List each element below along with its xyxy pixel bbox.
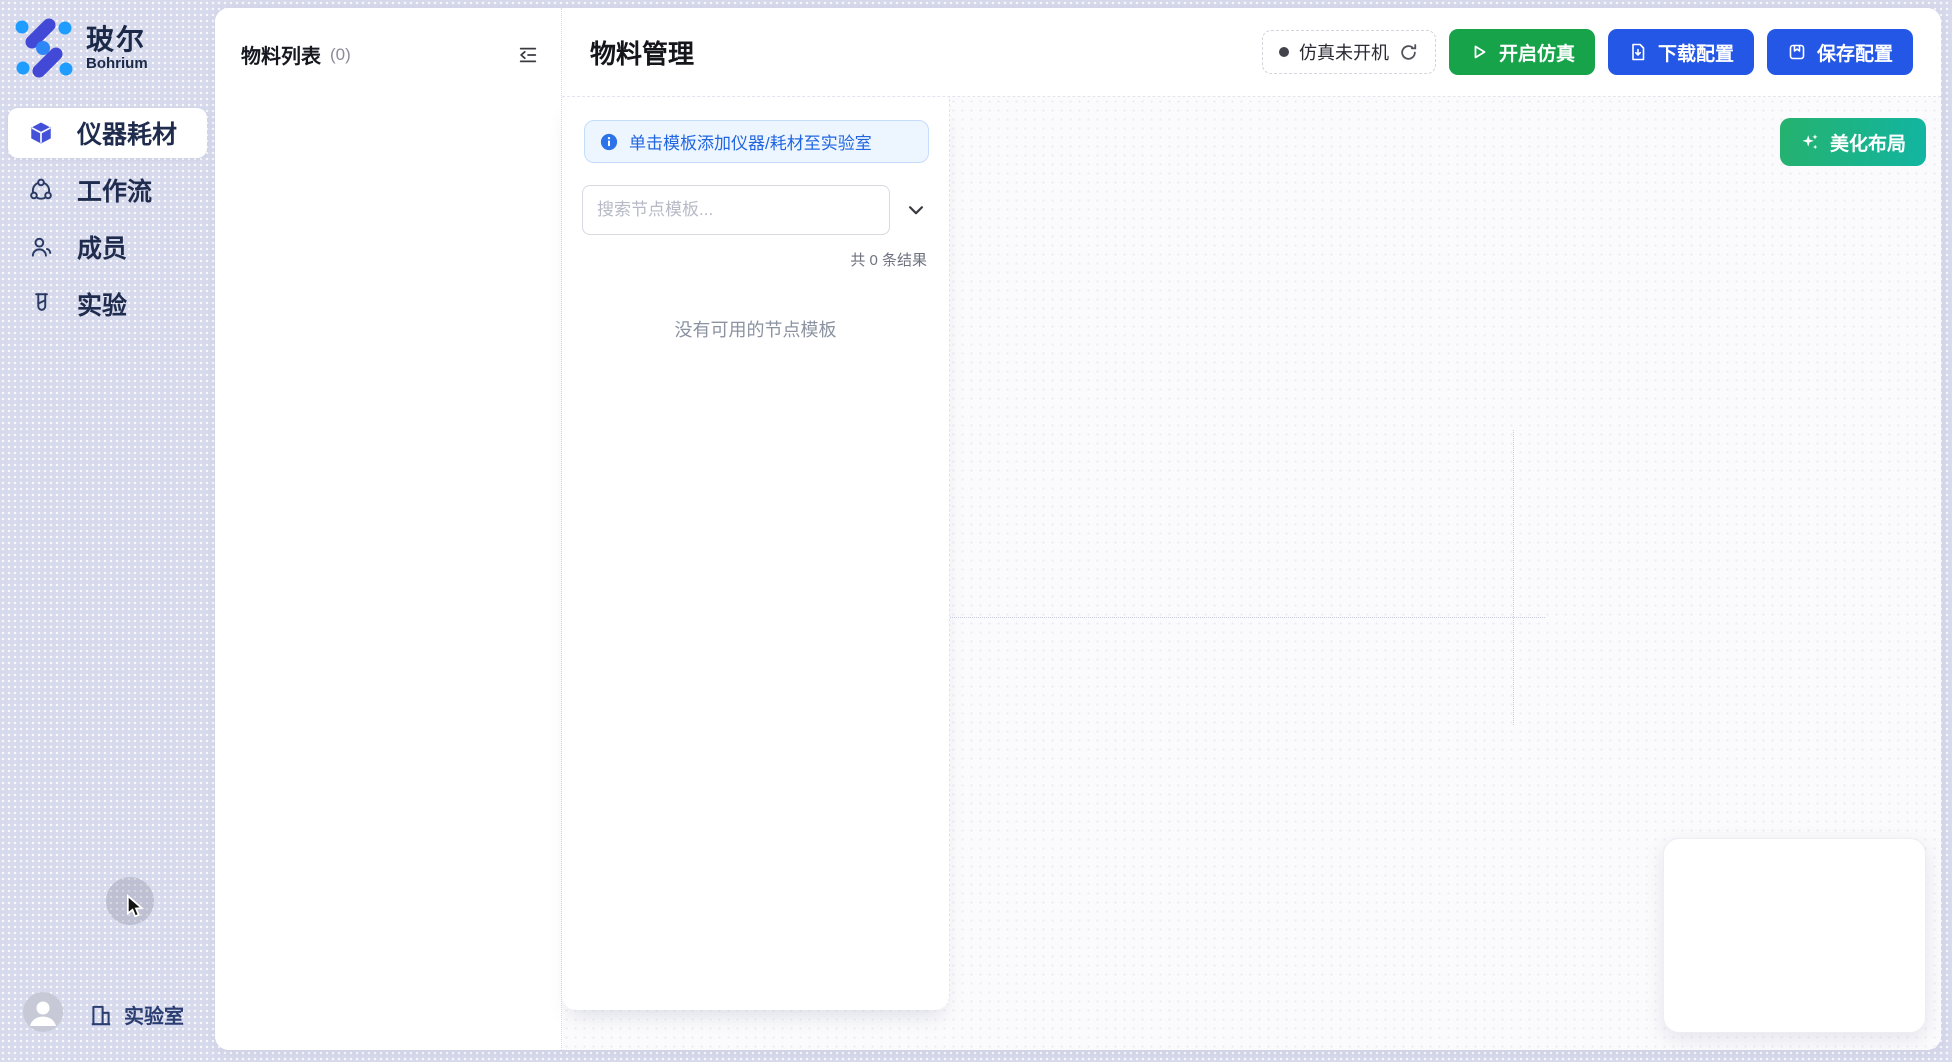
result-count: 共 0 条结果: [562, 249, 949, 270]
sidebar-item-label: 仪器耗材: [77, 115, 177, 151]
file-download-icon: [1628, 42, 1648, 62]
canvas-guide-horizontal: [950, 617, 1545, 618]
simulation-status-pill: 仿真未开机: [1262, 30, 1436, 74]
lab-label: 实验室: [124, 1000, 184, 1029]
flow-canvas[interactable]: 单击模板添加仪器/耗材至实验室 共 0 条结果 没有可用的节点模板: [562, 97, 1941, 1050]
empty-state-text: 没有可用的节点模板: [562, 316, 949, 342]
sidebar-nav: 仪器耗材 工作流 成员: [8, 108, 207, 329]
building-icon: [88, 1002, 114, 1028]
brand-name: 玻尔: [86, 25, 148, 55]
workflow-icon: [28, 177, 54, 203]
experiment-icon: [28, 291, 54, 317]
materials-list-panel: 物料列表 (0): [215, 8, 562, 1050]
sidebar-item-workflow[interactable]: 工作流: [8, 165, 207, 215]
info-icon: [600, 133, 618, 151]
main-card: 物料列表 (0) 物料管理 仿真未开机: [215, 8, 1941, 1050]
sparkles-icon: [1800, 132, 1820, 152]
beautify-layout-button[interactable]: 美化布局: [1780, 118, 1926, 166]
play-icon: [1469, 42, 1489, 62]
collapse-panel-button[interactable]: [515, 42, 541, 68]
lab-switcher[interactable]: 实验室: [88, 1000, 184, 1029]
sidebar-item-label: 实验: [77, 286, 127, 322]
sidebar-item-instruments[interactable]: 仪器耗材: [8, 108, 207, 158]
content-header: 物料管理 仿真未开机: [562, 8, 1941, 97]
mouse-cursor-icon: [122, 893, 150, 921]
bohrium-logo-icon: [12, 16, 76, 80]
cube-icon: [28, 120, 54, 146]
canvas-guide-vertical: [1513, 430, 1514, 725]
sidebar-footer: 实验室: [0, 992, 215, 1062]
simulation-status-label: 仿真未开机: [1299, 39, 1389, 65]
tip-banner: 单击模板添加仪器/耗材至实验室: [584, 120, 929, 163]
refresh-icon[interactable]: [1399, 42, 1419, 62]
sidebar-item-members[interactable]: 成员: [8, 222, 207, 272]
sidebar-item-label: 成员: [77, 229, 127, 265]
canvas-minimap[interactable]: [1663, 838, 1926, 1033]
search-template-input[interactable]: [582, 185, 890, 235]
download-config-button[interactable]: 下载配置: [1608, 29, 1754, 75]
brand-logo[interactable]: 玻尔 Bohrium: [12, 16, 148, 80]
save-icon: [1787, 42, 1807, 62]
sidebar-item-experiments[interactable]: 实验: [8, 279, 207, 329]
materials-count-badge: (0): [330, 45, 351, 65]
sidebar-item-label: 工作流: [77, 172, 152, 208]
user-avatar[interactable]: [23, 992, 63, 1032]
page-title: 物料管理: [590, 34, 694, 71]
status-dot-icon: [1279, 47, 1289, 57]
content-area: 物料管理 仿真未开机: [562, 8, 1941, 1050]
tip-text: 单击模板添加仪器/耗材至实验室: [629, 129, 872, 154]
save-config-button[interactable]: 保存配置: [1767, 29, 1913, 75]
brand-subtitle: Bohrium: [86, 55, 148, 72]
start-simulation-button[interactable]: 开启仿真: [1449, 29, 1595, 75]
members-icon: [28, 234, 54, 260]
materials-list-title: 物料列表: [241, 40, 321, 69]
node-template-panel: 单击模板添加仪器/耗材至实验室 共 0 条结果 没有可用的节点模板: [562, 97, 950, 1010]
chevron-down-icon[interactable]: [903, 197, 929, 223]
